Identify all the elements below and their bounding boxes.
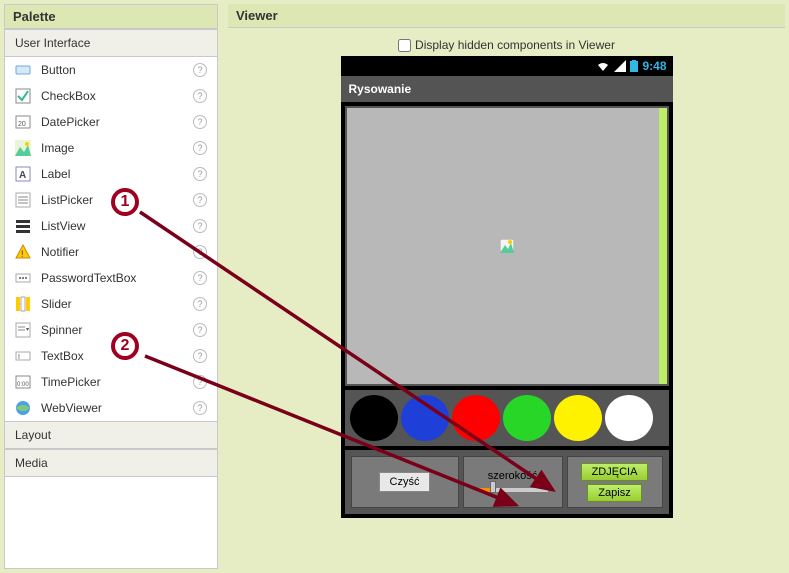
color-swatch[interactable] (605, 395, 653, 441)
color-swatch[interactable] (503, 395, 551, 441)
help-icon[interactable]: ? (193, 193, 207, 207)
palette-item-label: WebViewer (41, 401, 193, 415)
hidden-components-label: Display hidden components in Viewer (415, 38, 615, 52)
palette-section-media[interactable]: Media (5, 449, 217, 477)
viewer-title: Viewer (228, 4, 785, 28)
svg-text:20: 20 (18, 121, 26, 128)
palette-item-label: Slider (41, 297, 193, 311)
datepicker-icon: 20 (15, 114, 31, 130)
button-icon (15, 62, 31, 78)
palette-item-label: Image (41, 141, 193, 155)
phone-preview: 9:48 Rysowanie Czyść (341, 56, 673, 518)
help-icon[interactable]: ? (193, 115, 207, 129)
textbox-icon: I (15, 348, 31, 364)
clear-cell: Czyść (351, 456, 459, 508)
help-icon[interactable]: ? (193, 167, 207, 181)
palette-list-ui: Button?CheckBox?20DatePicker?Image?ALabe… (5, 57, 217, 421)
svg-text:I: I (18, 354, 20, 361)
label-icon: A (15, 166, 31, 182)
palette-item-image[interactable]: Image? (5, 135, 217, 161)
palette-item-label: Label (41, 167, 193, 181)
palette-item-textbox[interactable]: I TextBox? (5, 343, 217, 369)
help-icon[interactable]: ? (193, 401, 207, 415)
listview-icon (15, 218, 31, 234)
scroll-strip (659, 108, 667, 384)
bottom-row: Czyść szerokość ZDJĘCIA Zapisz (345, 450, 669, 514)
help-icon[interactable]: ? (193, 349, 207, 363)
palette-panel: Palette User Interface Button?CheckBox?2… (4, 4, 218, 569)
palette-item-checkbox[interactable]: CheckBox? (5, 83, 217, 109)
palette-title: Palette (5, 5, 217, 29)
palette-section-layout[interactable]: Layout (5, 421, 217, 449)
palette-item-webviewer[interactable]: WebViewer? (5, 395, 217, 421)
help-icon[interactable]: ? (193, 141, 207, 155)
palette-item-passwordtextbox[interactable]: PasswordTextBox? (5, 265, 217, 291)
palette-item-label: TextBox (41, 349, 193, 363)
photos-button[interactable]: ZDJĘCIA (581, 463, 649, 481)
checkbox-icon (15, 88, 31, 104)
color-swatch[interactable] (401, 395, 449, 441)
image-placeholder-icon (500, 239, 514, 253)
status-bar: 9:48 (341, 56, 673, 76)
clear-button[interactable]: Czyść (379, 472, 431, 492)
palette-item-label: CheckBox (41, 89, 193, 103)
save-button[interactable]: Zapisz (587, 484, 641, 502)
help-icon[interactable]: ? (193, 271, 207, 285)
palette-item-label: Button (41, 63, 193, 77)
help-icon[interactable]: ? (193, 297, 207, 311)
palette-item-label: ListView (41, 219, 193, 233)
actions-cell: ZDJĘCIA Zapisz (567, 456, 663, 508)
timepicker-icon: 0:00 (15, 374, 31, 390)
palette-item-label: DatePicker (41, 115, 193, 129)
palette-item-label: Notifier (41, 245, 193, 259)
help-icon[interactable]: ? (193, 245, 207, 259)
hidden-components-checkbox[interactable] (398, 39, 411, 52)
app-title: Rysowanie (341, 76, 673, 102)
notifier-icon: ! (15, 244, 31, 260)
palette-item-label: TimePicker (41, 375, 193, 389)
listpicker-icon (15, 192, 31, 208)
color-swatch[interactable] (452, 395, 500, 441)
palette-item-label[interactable]: A Label? (5, 161, 217, 187)
viewer-panel: Viewer Display hidden components in View… (228, 4, 785, 569)
spinner-icon (15, 322, 31, 338)
width-slider[interactable] (478, 485, 548, 495)
palette-item-datepicker[interactable]: 20 DatePicker? (5, 109, 217, 135)
hidden-components-row: Display hidden components in Viewer (398, 38, 615, 52)
status-time: 9:48 (642, 59, 666, 73)
slider-icon (15, 296, 31, 312)
image-icon (15, 140, 31, 156)
palette-item-button[interactable]: Button? (5, 57, 217, 83)
palette-item-spinner[interactable]: Spinner? (5, 317, 217, 343)
width-cell: szerokość (463, 456, 563, 508)
palette-item-timepicker[interactable]: 0:00 TimePicker? (5, 369, 217, 395)
color-swatch[interactable] (350, 395, 398, 441)
palette-item-listpicker[interactable]: ListPicker? (5, 187, 217, 213)
canvas-area[interactable] (345, 106, 669, 386)
help-icon[interactable]: ? (193, 63, 207, 77)
palette-item-listview[interactable]: ListView? (5, 213, 217, 239)
help-icon[interactable]: ? (193, 375, 207, 389)
help-icon[interactable]: ? (193, 323, 207, 337)
svg-text:!: ! (21, 249, 24, 259)
svg-text:0:00: 0:00 (17, 382, 29, 388)
signal-icon (614, 60, 626, 72)
palette-item-label: ListPicker (41, 193, 193, 207)
palette-item-label: Spinner (41, 323, 193, 337)
color-swatch[interactable] (554, 395, 602, 441)
color-row (345, 390, 669, 446)
password-icon (15, 270, 31, 286)
palette-item-slider[interactable]: Slider? (5, 291, 217, 317)
webviewer-icon (15, 400, 31, 416)
palette-item-notifier[interactable]: ! Notifier? (5, 239, 217, 265)
help-icon[interactable]: ? (193, 219, 207, 233)
svg-text:A: A (19, 170, 26, 181)
battery-icon (630, 60, 638, 72)
wifi-icon (596, 60, 610, 72)
help-icon[interactable]: ? (193, 89, 207, 103)
palette-item-label: PasswordTextBox (41, 271, 193, 285)
palette-section-ui[interactable]: User Interface (5, 29, 217, 57)
